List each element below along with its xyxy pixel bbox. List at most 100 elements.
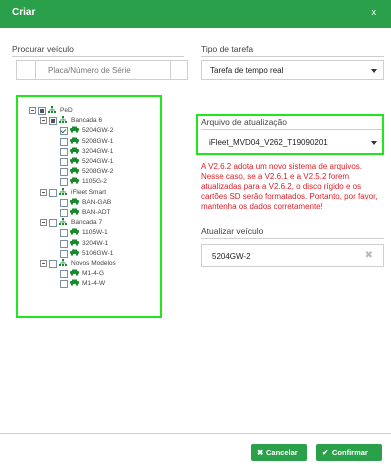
close-button[interactable]: x (372, 7, 377, 17)
update-vehicle-field[interactable]: 5204GW-2 ✖ (201, 244, 384, 267)
divider (201, 129, 382, 130)
update-vehicle-label: Atualizar veículo (201, 226, 264, 236)
tree-node-label: M1-4-G (82, 270, 105, 278)
tree-checkbox[interactable] (60, 229, 68, 238)
cancel-button[interactable]: ✖ Cancelar (251, 444, 307, 461)
tree-vehicle-node[interactable]: M1-4-G (18, 269, 158, 279)
tree-checkbox[interactable] (60, 168, 68, 177)
tree-node-label: 5204GW-2 (82, 127, 114, 135)
tree-checkbox[interactable] (60, 178, 68, 187)
tree-vehicle-node[interactable]: M1-4-W (18, 279, 158, 289)
tree-vehicle-node[interactable]: 5204GW-1 (18, 157, 158, 166)
tree-group-node[interactable]: Novos Modelos (18, 259, 158, 268)
update-file-select[interactable]: iFleet_MVD04_V262_T19090201 (201, 133, 382, 152)
tree-node-label: iFleet Smart (71, 188, 107, 196)
tree-node-label: 5204GW-1 (82, 158, 114, 165)
org-tree-icon (59, 259, 67, 267)
car-icon (70, 279, 79, 287)
dialog-title: Criar (12, 7, 36, 18)
tree-group-node[interactable]: Bancada 7 (18, 218, 158, 228)
tree-checkbox[interactable] (60, 158, 68, 166)
tree-node-label: M1-4-W (82, 280, 106, 288)
tree-checkbox[interactable] (49, 260, 57, 268)
tree-vehicle-node[interactable]: 3204W-1 (18, 239, 158, 248)
tree-node-label: 1105G-2 (82, 178, 107, 186)
tree-vehicle-node[interactable]: 5208GW-1 (18, 137, 158, 146)
divider (12, 56, 184, 57)
update-file-label: Arquivo de atualização (201, 117, 288, 127)
tree-vehicle-node[interactable]: 5106GW-1 (18, 249, 158, 258)
check-icon: ✔ (322, 448, 329, 457)
tree-node-label: PeD (60, 107, 73, 114)
car-icon (70, 198, 79, 206)
x-icon: ✖ (257, 448, 264, 457)
tree-checkbox[interactable] (60, 270, 68, 279)
collapse-toggle-icon[interactable] (40, 260, 47, 267)
tree-node-label: 3204GW-1 (82, 147, 114, 155)
org-tree-icon (48, 106, 56, 114)
tree-checkbox[interactable] (60, 137, 68, 146)
tree-checkbox[interactable] (60, 249, 68, 258)
divider (201, 238, 384, 239)
car-icon (70, 157, 79, 165)
tree-vehicle-node[interactable]: 5204GW-2 (18, 126, 158, 136)
collapse-toggle-icon[interactable] (40, 188, 47, 196)
tree-node-label: Novos Modelos (71, 260, 116, 267)
car-icon (70, 177, 79, 185)
clear-icon[interactable]: ✖ (365, 250, 373, 261)
tree-checkbox[interactable] (60, 239, 68, 248)
tree-node-label: BAN-GAB (82, 198, 112, 206)
update-vehicle-value: 5204GW-2 (212, 252, 251, 261)
search-placeholder: Placa/Número de Série (48, 66, 131, 75)
task-type-select[interactable]: Tarefa de tempo real (201, 60, 384, 80)
tree-checkbox[interactable] (38, 107, 46, 115)
org-tree-icon (59, 218, 67, 226)
org-tree-icon (59, 187, 67, 196)
tree-vehicle-node[interactable]: 1105W-1 (18, 228, 158, 238)
tree-node-label: Bancada 6 (71, 117, 103, 125)
tree-checkbox[interactable] (60, 209, 68, 217)
car-icon (70, 126, 79, 134)
tree-node-label: 5208GW-2 (82, 168, 114, 176)
tree-vehicle-node[interactable]: BAN-ADT (18, 208, 158, 217)
divider (201, 56, 384, 57)
cancel-label: Cancelar (266, 448, 298, 457)
tree-checkbox[interactable] (60, 280, 68, 289)
collapse-toggle-icon[interactable] (29, 107, 36, 114)
vehicle-tree[interactable]: PeD Bancada 6 5204GW-2 5208GW-1 3204GW-1 5204… (16, 95, 162, 318)
tree-node-label: 5106GW-1 (82, 249, 114, 257)
chevron-down-icon (371, 141, 377, 145)
tree-checkbox[interactable] (49, 117, 57, 126)
tree-group-node[interactable]: iFleet Smart (18, 187, 158, 197)
dialog-header: Criar x (0, 0, 391, 28)
tree-vehicle-node[interactable]: 1105G-2 (18, 177, 158, 187)
task-type-label: Tipo de tarefa (201, 44, 254, 54)
tree-node-label: 3204W-1 (82, 239, 109, 247)
tree-checkbox[interactable] (60, 198, 68, 207)
tree-checkbox[interactable] (49, 188, 57, 197)
search-vehicle-label: Procurar veículo (12, 44, 74, 54)
tree-checkbox[interactable] (49, 219, 57, 228)
tree-checkbox[interactable] (60, 127, 68, 136)
confirm-button[interactable]: ✔ Confirmar (316, 444, 382, 461)
org-tree-icon (59, 116, 67, 124)
car-icon (70, 239, 79, 247)
car-icon (70, 249, 79, 257)
tree-checkbox[interactable] (60, 147, 68, 156)
car-icon (70, 137, 79, 145)
firmware-warning: A V2.6.2 adota um novo sistema de arquiv… (201, 162, 378, 211)
collapse-toggle-icon[interactable] (40, 117, 47, 125)
car-icon (70, 269, 79, 277)
collapse-toggle-icon[interactable] (40, 219, 47, 227)
car-icon (70, 208, 79, 216)
tree-vehicle-node[interactable]: 5208GW-2 (18, 167, 158, 177)
tree-group-node[interactable]: PeD (18, 106, 158, 115)
tree-vehicle-node[interactable]: BAN-GAB (18, 198, 158, 207)
confirm-label: Confirmar (332, 448, 368, 457)
task-type-value: Tarefa de tempo real (210, 66, 284, 75)
tree-group-node[interactable]: Bancada 6 (18, 116, 158, 126)
car-icon (70, 147, 79, 155)
search-input[interactable]: Placa/Número de Série (16, 60, 188, 80)
tree-vehicle-node[interactable]: 3204GW-1 (18, 147, 158, 156)
input-addon-divider (170, 61, 171, 79)
